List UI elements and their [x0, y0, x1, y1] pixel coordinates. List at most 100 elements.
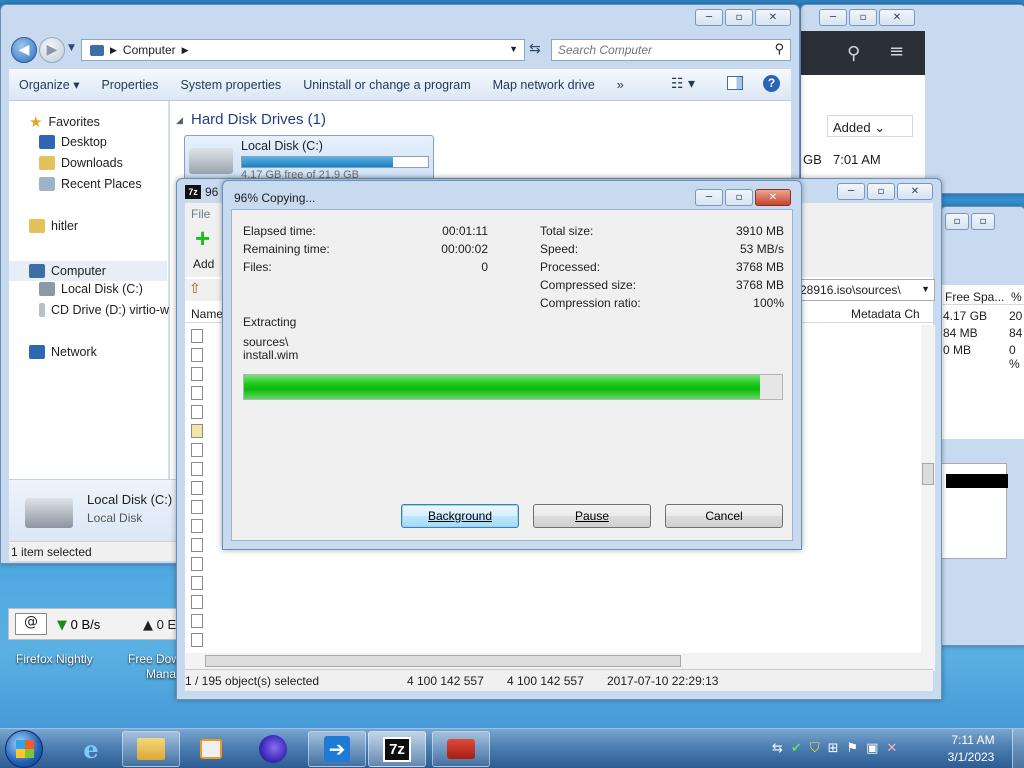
percent-header[interactable]: % [1011, 290, 1022, 304]
maximize-button[interactable]: ▫ [867, 183, 895, 200]
file-icon[interactable] [191, 576, 203, 590]
show-desktop-button[interactable] [1012, 729, 1024, 768]
file-icon[interactable] [191, 557, 203, 571]
taskbar-toolbox[interactable] [432, 731, 490, 767]
add-button-label[interactable]: Add [193, 257, 214, 271]
taskbar-firefox[interactable] [244, 731, 302, 767]
more-commands-button[interactable]: » [606, 78, 635, 92]
column-added-header[interactable]: Added ⌄ [827, 115, 913, 137]
file-icon[interactable] [191, 500, 203, 514]
maximize-button[interactable]: ▫ [849, 9, 877, 26]
file-icon[interactable] [191, 443, 203, 457]
recent-pages-chevron-icon[interactable]: ▼ [68, 43, 75, 53]
snail-icon[interactable]: @ [15, 613, 47, 635]
pause-button[interactable]: Pause [533, 504, 651, 528]
tray-shield-icon[interactable]: ⛉ [810, 741, 820, 756]
search-icon[interactable]: ⚲ [847, 43, 860, 64]
clock-date[interactable]: 3/1/2023 [946, 750, 996, 764]
nav-local-disk[interactable]: Local Disk (C:) [39, 282, 143, 296]
free-space-header[interactable]: Free Spa... [945, 290, 1004, 304]
folder-up-icon[interactable]: ⇧ [189, 281, 201, 297]
map-network-drive-button[interactable]: Map network drive [482, 78, 606, 92]
maximize-button[interactable]: ▫ [725, 189, 753, 206]
tray-network-icon[interactable]: ▣ [866, 741, 878, 756]
breadcrumb-arrow-icon[interactable]: ▶ [110, 45, 117, 56]
clock-time[interactable]: 7:11 AM [950, 733, 996, 747]
change-view-icon[interactable]: ☷ ▾ [671, 76, 695, 92]
close-button[interactable]: ✕ [755, 189, 791, 206]
start-button[interactable] [5, 730, 43, 768]
minimize-button[interactable]: ─ [837, 183, 865, 200]
file-icon[interactable] [191, 614, 203, 628]
tray-security-icon[interactable]: ✔ [791, 741, 802, 756]
back-arrow-icon[interactable]: ◀ [11, 37, 37, 63]
path-dropdown-icon[interactable]: ▼ [921, 284, 930, 294]
tray-volume-muted-icon[interactable]: ✕ [886, 741, 897, 756]
file-icon[interactable] [191, 595, 203, 609]
nav-recent-places[interactable]: Recent Places [39, 177, 142, 191]
uninstall-program-button[interactable]: Uninstall or change a program [292, 78, 481, 92]
address-dropdown-icon[interactable]: ▼ [509, 44, 518, 54]
file-icon[interactable] [191, 481, 203, 495]
nav-user-folder[interactable]: hitler [29, 219, 78, 233]
nav-favorites[interactable]: ★ Favorites [29, 113, 100, 131]
fm-path-box[interactable]: 28916.iso\sources\ ▼ [795, 279, 935, 301]
file-icon[interactable] [191, 405, 203, 419]
refresh-icon[interactable]: ⇆ [529, 41, 541, 57]
file-icon[interactable] [191, 633, 203, 647]
nav-downloads[interactable]: Downloads [39, 156, 123, 170]
file-icon[interactable] [191, 424, 203, 438]
nav-desktop[interactable]: Desktop [39, 135, 107, 149]
desktop-icon-firefox-nightly[interactable]: Firefox Nightly [16, 652, 93, 666]
help-icon[interactable]: ? [763, 75, 780, 92]
close-button[interactable]: ✕ [879, 9, 915, 26]
file-icon[interactable] [191, 329, 203, 343]
organize-button[interactable]: Organize ▾ [9, 77, 90, 92]
properties-button[interactable]: Properties [90, 78, 169, 92]
file-icon[interactable] [191, 538, 203, 552]
minimize-button[interactable]: ─ [695, 189, 723, 206]
forward-arrow-icon[interactable]: ▶ [39, 37, 65, 63]
nav-computer[interactable]: Computer [9, 261, 167, 281]
minimize-button[interactable]: ─ [819, 9, 847, 26]
maximize-button-2[interactable]: ▫ [945, 213, 969, 230]
close-button[interactable]: ✕ [897, 183, 933, 200]
column-metadata-header[interactable]: Metadata Ch [851, 307, 920, 321]
nav-cd-drive[interactable]: CD Drive (D:) virtio-w [39, 303, 169, 317]
preview-pane-icon[interactable] [727, 76, 743, 90]
fm-horizontal-scrollbar[interactable] [185, 653, 921, 669]
file-icon[interactable] [191, 462, 203, 476]
group-header[interactable]: Hard Disk Drives (1) [191, 111, 326, 128]
close-button[interactable]: ✕ [755, 9, 791, 26]
tray-transfer-icon[interactable]: ⇆ [772, 741, 783, 756]
tray-defender-icon[interactable]: ⊞ [828, 741, 839, 756]
taskbar-media-player[interactable] [182, 731, 240, 767]
breadcrumb-arrow-icon[interactable]: ▶ [182, 45, 189, 56]
restore-button-2[interactable]: ▫ [971, 213, 995, 230]
column-name-header[interactable]: Name [191, 307, 223, 321]
menu-file[interactable]: File [191, 207, 210, 221]
taskbar-7zip[interactable]: 7z [368, 731, 426, 767]
file-icon[interactable] [191, 348, 203, 362]
add-icon[interactable]: + [195, 225, 210, 251]
menu-icon[interactable]: ≡ [889, 41, 904, 62]
fm-vertical-scrollbar[interactable] [921, 325, 935, 671]
search-input[interactable] [552, 40, 762, 60]
address-bar[interactable]: ▶ Computer ▶ ▼ [81, 39, 525, 61]
taskbar-download-manager[interactable]: ➔ [308, 731, 366, 767]
file-icon[interactable] [191, 386, 203, 400]
local-disk-tile[interactable]: Local Disk (C:) 4.17 GB free of 21.9 GB [184, 135, 434, 181]
taskbar-ie[interactable]: e [62, 731, 120, 767]
file-icon[interactable] [191, 519, 203, 533]
collapse-group-icon[interactable]: ◢ [176, 115, 183, 126]
breadcrumb-computer[interactable]: Computer [123, 43, 176, 57]
vertical-scroll-thumb[interactable] [922, 463, 934, 485]
file-icon[interactable] [191, 367, 203, 381]
minimize-button[interactable]: ─ [695, 9, 723, 26]
tray-flag-icon[interactable]: ⚑ [846, 741, 858, 756]
desktop-icon-free-download-manager[interactable]: Free Dow [128, 652, 180, 666]
horizontal-scroll-thumb[interactable] [205, 655, 681, 667]
system-properties-button[interactable]: System properties [169, 78, 292, 92]
maximize-button[interactable]: ▫ [725, 9, 753, 26]
taskbar-explorer[interactable] [122, 731, 180, 767]
